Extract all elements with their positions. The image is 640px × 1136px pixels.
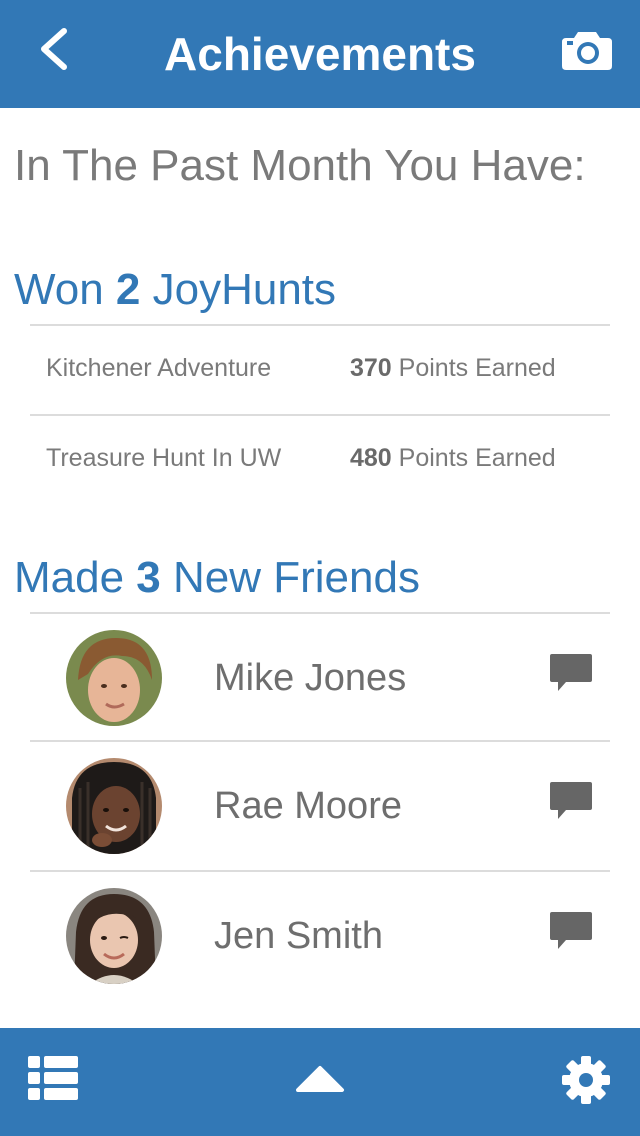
points-value: 480 xyxy=(350,444,392,472)
hunt-row[interactable]: Kitchener Adventure 370 Points Earned xyxy=(30,326,610,414)
friend-row[interactable]: Mike Jones xyxy=(30,614,610,742)
friends-title-prefix: Made xyxy=(14,553,137,602)
chat-bubble-icon xyxy=(550,912,592,949)
list-button[interactable] xyxy=(28,1054,80,1102)
expand-up-button[interactable] xyxy=(294,1062,346,1096)
message-button[interactable] xyxy=(550,654,598,698)
points-label: Points Earned xyxy=(391,354,556,382)
page-title: Achievements xyxy=(164,28,476,80)
hunt-name: Treasure Hunt In UW xyxy=(46,444,282,472)
friends-title-suffix: New Friends xyxy=(160,553,420,602)
hunt-points: 480 Points Earned xyxy=(350,444,556,473)
hunts-section-title: Won 2 JoyHunts xyxy=(14,264,336,316)
intro-text: In The Past Month You Have: xyxy=(14,141,586,190)
friends-section-title: Made 3 New Friends xyxy=(14,552,420,604)
bottom-tab-bar xyxy=(0,1028,640,1136)
friend-name: Mike Jones xyxy=(214,657,407,699)
list-icon xyxy=(28,1056,78,1100)
avatar-girl-braids-icon xyxy=(66,758,162,854)
chat-bubble-icon xyxy=(550,654,592,691)
camera-button[interactable] xyxy=(558,24,616,74)
hunt-name: Kitchener Adventure xyxy=(46,354,272,382)
friends-count: 3 xyxy=(136,553,161,602)
friend-name: Rae Moore xyxy=(214,785,402,827)
avatar[interactable] xyxy=(66,630,162,726)
avatar[interactable] xyxy=(66,888,162,984)
gear-icon xyxy=(562,1056,610,1104)
avatar-boy-icon xyxy=(66,630,162,726)
hunt-points: 370 Points Earned xyxy=(350,354,556,383)
friend-name: Jen Smith xyxy=(214,915,383,957)
hunts-title-prefix: Won xyxy=(14,265,116,314)
camera-icon xyxy=(562,32,612,70)
header-bar: Achievements xyxy=(0,0,640,108)
avatar[interactable] xyxy=(66,758,162,854)
hunts-title-suffix: JoyHunts xyxy=(140,265,337,314)
points-label: Points Earned xyxy=(391,444,556,472)
points-value: 370 xyxy=(350,354,392,382)
chat-bubble-icon xyxy=(550,782,592,819)
achievements-screen: Achievements In The Past Month You Have:… xyxy=(0,0,640,1136)
hunts-count: 2 xyxy=(115,265,141,314)
message-button[interactable] xyxy=(550,912,598,956)
friend-row[interactable]: Jen Smith xyxy=(30,872,610,1000)
avatar-girl-icon xyxy=(66,888,162,984)
hunt-row[interactable]: Treasure Hunt In UW 480 Points Earned xyxy=(30,416,610,504)
settings-button[interactable] xyxy=(560,1054,612,1106)
friend-row[interactable]: Rae Moore xyxy=(30,742,610,870)
message-button[interactable] xyxy=(550,782,598,826)
triangle-up-icon xyxy=(296,1066,344,1092)
